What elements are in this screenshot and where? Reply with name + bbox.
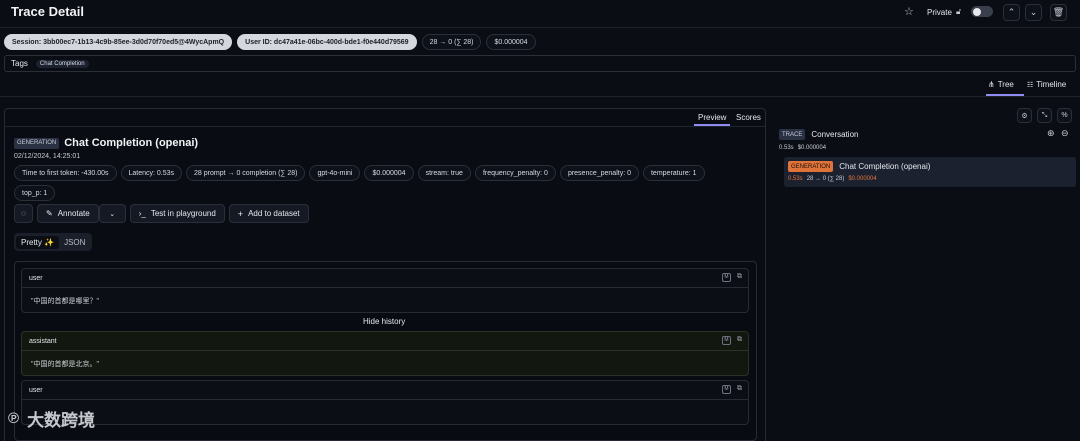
timeline-icon: ☷ — [1027, 81, 1034, 89]
markdown-icon[interactable]: M — [722, 336, 731, 345]
metric-pill: presence_penalty: 0 — [559, 165, 639, 181]
metrics-row: Time to first token: -430.00s Latency: 0… — [14, 165, 734, 201]
tag-chip[interactable]: Chat Completion — [35, 59, 89, 68]
message-role: user — [29, 386, 43, 394]
metric-pill: Latency: 0.53s — [120, 165, 183, 181]
tree-root-meta: 0.53s $0.000004 — [779, 145, 826, 151]
session-pill[interactable]: Session: 3bb00ec7-1b13-4c9b-85ee-3d0d70f… — [4, 34, 233, 50]
tree-root-latency: 0.53s — [779, 145, 794, 151]
tab-tree[interactable]: ⋔ Tree — [988, 80, 1014, 89]
metric-pill: 28 prompt → 0 completion (∑ 28) — [186, 165, 306, 181]
message-content — [22, 400, 748, 425]
expand-icon[interactable]: ⊕ — [1047, 128, 1055, 139]
observation-type-badge: GENERATION — [14, 137, 60, 149]
tree-root-cost: $0.000004 — [797, 145, 827, 151]
tab-preview[interactable]: Preview — [698, 113, 726, 122]
observation-title: Chat Completion (openai) — [64, 137, 199, 149]
chevron-up-button[interactable]: ⌃ — [1003, 4, 1020, 21]
star-icon[interactable]: ☆ — [904, 5, 914, 18]
annotate-button[interactable]: ✎ Annotate — [37, 204, 99, 223]
lock-icon: 🔓︎ — [956, 7, 962, 16]
message-content: "中国的首都是哪里？" — [31, 297, 99, 305]
plus-icon: + — [237, 208, 244, 219]
message-user-1: user M ⧉ "中国的首都是哪里？" — [21, 268, 749, 313]
edit-icon: ✎ — [46, 209, 53, 218]
user-id-pill[interactable]: User ID: dc47a41e-06bc-400d-bde1-f0e440d… — [237, 34, 417, 50]
delete-button[interactable]: 🗑︎ — [1050, 4, 1067, 21]
tree-child-tokens: 28 → 0 (∑ 28) — [806, 176, 845, 182]
message-assistant: assistant M ⧉ "中国的首都是北京。" — [21, 331, 749, 376]
terminal-icon: ›_ — [138, 209, 146, 218]
private-toggle[interactable] — [971, 6, 993, 17]
comment-button[interactable]: ◌ — [14, 204, 33, 223]
metric-pill: $0.000004 — [364, 165, 414, 181]
tree-root-name: Conversation — [811, 130, 859, 139]
watermark-text: 大数跨境 — [27, 411, 96, 430]
message-content: "中国的首都是北京。" — [31, 360, 99, 368]
playground-button[interactable]: ›_ Test in playground — [129, 204, 225, 223]
tab-pretty[interactable]: Pretty ✨ — [16, 235, 60, 249]
tab-scores[interactable]: Scores — [736, 113, 761, 122]
generation-badge: GENERATION — [788, 161, 834, 172]
tab-timeline-label: Timeline — [1036, 80, 1067, 89]
markdown-icon[interactable]: M — [722, 385, 731, 394]
comment-icon: ◌ — [21, 209, 26, 218]
copy-icon[interactable]: ⧉ — [737, 336, 742, 345]
collapse-icon[interactable]: ⤡ — [1037, 108, 1052, 123]
tree-root-row[interactable]: TRACE Conversation — [779, 129, 858, 140]
tree-child-latency: 0.53s — [788, 176, 803, 182]
markdown-icon[interactable]: M — [722, 273, 731, 282]
annotate-dropdown-button[interactable]: ⌄ — [98, 204, 126, 223]
tabs-divider — [5, 126, 765, 127]
add-to-dataset-button[interactable]: + Add to dataset — [228, 204, 309, 223]
metric-pill: gpt-4o-mini — [309, 165, 361, 181]
metric-pill: top_p: 1 — [14, 185, 56, 201]
collapse-all-icon[interactable]: ⊖ — [1061, 128, 1069, 139]
message-role: user — [29, 274, 43, 282]
tab-json[interactable]: JSON — [59, 236, 90, 249]
tree-toolbar: ⚙︎ ⤡ % — [1017, 108, 1072, 123]
format-toggle: Pretty ✨ JSON — [14, 233, 93, 251]
tab-tree-label: Tree — [997, 80, 1014, 89]
metric-pill: frequency_penalty: 0 — [474, 165, 556, 181]
add-to-dataset-label: Add to dataset — [248, 209, 300, 218]
tree-icon: ⋔ — [988, 80, 995, 89]
observation-timestamp: 02/12/2024, 14:25:01 — [14, 153, 81, 160]
tags-label: Tags — [11, 59, 28, 68]
tab-timeline[interactable]: ☷ Timeline — [1027, 80, 1066, 89]
tokens-pill: 28 → 0 (∑ 28) — [421, 34, 482, 50]
percent-icon[interactable]: % — [1057, 108, 1072, 123]
message-role: assistant — [29, 337, 57, 345]
copy-icon[interactable]: ⧉ — [737, 385, 742, 394]
tree-child-cost: $0.000004 — [848, 176, 877, 182]
metric-pill: stream: true — [417, 165, 471, 181]
observation-header: GENERATION Chat Completion (openai) — [14, 137, 198, 149]
chevron-down-button[interactable]: ⌄ — [1025, 4, 1042, 21]
annotate-label: Annotate — [57, 209, 90, 218]
header-divider — [0, 27, 1080, 28]
watermark-icon: ℗ — [8, 410, 20, 427]
hide-history-button[interactable]: Hide history — [363, 317, 405, 326]
page-title: Trace Detail — [11, 4, 84, 19]
tree-child-row[interactable]: GENERATION Chat Completion (openai) 0.53… — [784, 157, 1076, 187]
playground-label: Test in playground — [150, 209, 216, 218]
trace-badge: TRACE — [779, 129, 806, 140]
copy-icon[interactable]: ⧉ — [737, 273, 742, 282]
tags-row: Tags Chat Completion — [4, 55, 1076, 72]
settings-icon[interactable]: ⚙︎ — [1017, 108, 1032, 123]
message-user-2: user M ⧉ — [21, 380, 749, 425]
tree-child-name: Chat Completion (openai) — [839, 162, 931, 171]
metric-pill: Time to first token: -430.00s — [14, 165, 117, 181]
chevron-down-icon: ⌄ — [109, 210, 116, 218]
toggle-divider — [0, 96, 1080, 97]
private-label: Private — [927, 8, 952, 17]
metric-pill: temperature: 1 — [642, 165, 705, 181]
cost-pill: $0.000004 — [486, 34, 536, 50]
actions-row: ◌ ✎ Annotate ⌄ ›_ Test in playground + A… — [14, 204, 309, 223]
trace-pills: Session: 3bb00ec7-1b13-4c9b-85ee-3d0d70f… — [4, 34, 536, 50]
watermark-logo: ℗ 大数跨境 — [8, 406, 95, 431]
